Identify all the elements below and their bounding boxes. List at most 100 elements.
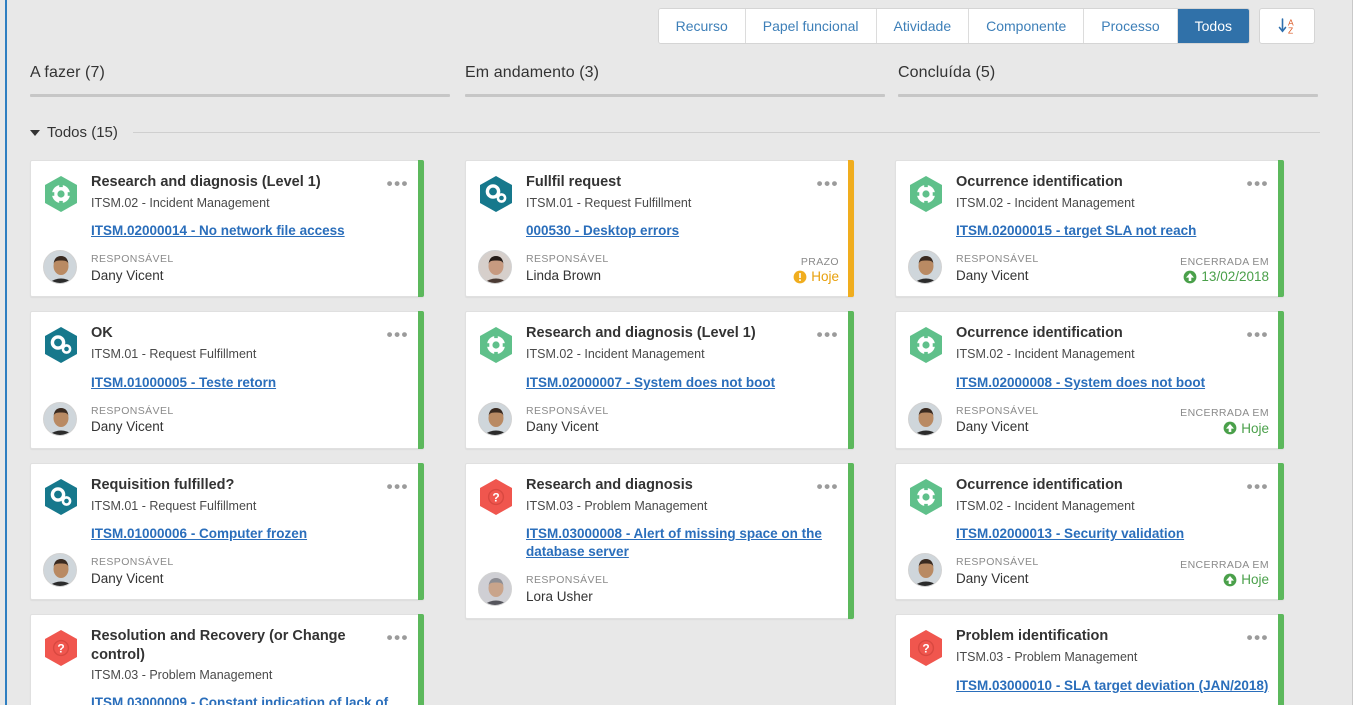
card-link-row: ITSM.03000009 - Constant indication of l… bbox=[91, 683, 409, 705]
card-more-options-icon[interactable]: ••• bbox=[387, 173, 409, 192]
sort-alpha-button[interactable]: A Z bbox=[1259, 8, 1315, 44]
avatar-image bbox=[478, 571, 512, 606]
card-header: Research and diagnosis (Level 1) ••• bbox=[91, 173, 409, 192]
filter-tab-papel-funcional[interactable]: Papel funcional bbox=[745, 9, 877, 43]
board-toolbar: Recurso Papel funcional Atividade Component… bbox=[657, 8, 1315, 44]
filter-tab-todos[interactable]: Todos bbox=[1177, 9, 1249, 43]
card-more-options-icon[interactable]: ••• bbox=[1247, 627, 1269, 646]
card-more-options-icon[interactable]: ••• bbox=[817, 173, 839, 192]
card-link-row: ITSM.01000005 - Teste retorn bbox=[91, 363, 409, 392]
card-subtitle: ITSM.02 - Incident Management bbox=[91, 196, 270, 210]
filter-tab-group[interactable]: Recurso Papel funcional Atividade Component… bbox=[657, 8, 1250, 44]
arrow-up-circle-icon bbox=[1223, 573, 1237, 587]
card-title: Research and diagnosis bbox=[526, 476, 693, 493]
filter-tab-processo[interactable]: Processo bbox=[1084, 9, 1178, 43]
avatar bbox=[908, 553, 942, 588]
responsible-label: RESPONSÁVEL bbox=[526, 253, 609, 266]
kanban-card[interactable]: Requisition fulfilled? ••• ITSM.01 - Reque… bbox=[30, 462, 424, 601]
kanban-card[interactable]: ? Research and diagnosis ••• ITSM.03 - Prob… bbox=[465, 462, 854, 619]
card-type-icon: ? bbox=[908, 627, 946, 705]
group-divider bbox=[132, 132, 1320, 133]
avatar-image bbox=[478, 401, 512, 436]
avatar bbox=[908, 401, 942, 436]
card-ticket-link[interactable]: ITSM.02000014 - No network file access bbox=[91, 222, 345, 240]
card-ticket-link[interactable]: ITSM.03000009 - Constant indication of l… bbox=[91, 694, 409, 705]
meta-label: ENCERRADA EM bbox=[1180, 558, 1269, 571]
card-subtitle: ITSM.02 - Incident Management bbox=[526, 347, 705, 362]
kanban-card[interactable]: Research and diagnosis (Level 1) ••• ITSM.… bbox=[465, 311, 854, 450]
card-ticket-link[interactable]: 000530 - Desktop errors bbox=[526, 222, 679, 240]
column-a-fazer: Research and diagnosis (Level 1) ••• ITSM.… bbox=[0, 160, 430, 705]
card-ticket-link[interactable]: ITSM.03000008 - Alert of missing space o… bbox=[526, 525, 839, 561]
responsible-name: Dany Vicent bbox=[956, 419, 1029, 435]
card-footer: RESPONSÁVEL Dany Vicent bbox=[43, 553, 409, 588]
card-more-options-icon[interactable]: ••• bbox=[387, 476, 409, 495]
card-subtitle: ITSM.03 - Problem Management bbox=[526, 498, 708, 513]
avatar-image bbox=[908, 250, 942, 285]
card-ticket-link[interactable]: ITSM.03000010 - SLA target deviation (JA… bbox=[956, 677, 1268, 695]
responsible-label: RESPONSÁVEL bbox=[91, 253, 174, 266]
card-more-options-icon[interactable]: ••• bbox=[817, 324, 839, 343]
card-more-options-icon[interactable]: ••• bbox=[1247, 324, 1269, 343]
responsible-block: RESPONSÁVEL Dany Vicent bbox=[942, 253, 1172, 284]
card-ticket-link[interactable]: ITSM.01000005 - Teste retorn bbox=[91, 374, 276, 392]
avatar-image bbox=[43, 553, 77, 588]
column-rule bbox=[465, 94, 885, 97]
column-rule bbox=[898, 94, 1318, 97]
kanban-card[interactable]: ? Problem identification ••• ITSM.03 - Prob… bbox=[895, 614, 1284, 705]
card-more-options-icon[interactable]: ••• bbox=[817, 476, 839, 495]
meta-value: Hoje bbox=[1241, 572, 1269, 588]
card-header: Ocurrence identification ••• bbox=[956, 173, 1269, 192]
hexagon-question-icon: ? bbox=[910, 630, 942, 667]
kanban-card[interactable]: Ocurrence identification ••• ITSM.02 - Inc… bbox=[895, 160, 1284, 298]
hexagon-lifebuoy-icon bbox=[45, 176, 77, 212]
column-headers: A fazer (7) Em andamento (3) Concluída (5) bbox=[0, 64, 1353, 106]
card-footer: RESPONSÁVEL Dany Vicent ENCERRADA EM 13/02/… bbox=[908, 250, 1269, 285]
svg-text:Z: Z bbox=[1288, 26, 1293, 36]
card-ticket-link[interactable]: ITSM.02000015 - target SLA not reach bbox=[956, 222, 1196, 240]
card-more-options-icon[interactable]: ••• bbox=[1247, 173, 1269, 192]
card-more-options-icon[interactable]: ••• bbox=[387, 627, 409, 646]
hexagon-lifebuoy-icon bbox=[910, 327, 942, 364]
card-title: Ocurrence identification bbox=[956, 476, 1123, 493]
kanban-card[interactable]: ? Resolution and Recovery (or Change cont… bbox=[30, 614, 424, 705]
column-header-2: Concluída (5) bbox=[898, 64, 1318, 97]
card-footer: RESPONSÁVEL Lora Usher bbox=[478, 571, 839, 606]
card-ticket-link[interactable]: ITSM.02000008 - System does not boot bbox=[956, 374, 1205, 392]
meta-label: ENCERRADA EM bbox=[1180, 407, 1269, 420]
card-footer: RESPONSÁVEL Dany Vicent ENCERRADA EM Hoje bbox=[908, 401, 1269, 436]
kanban-card[interactable]: Research and diagnosis (Level 1) ••• ITSM.… bbox=[30, 160, 424, 298]
kanban-card[interactable]: Fullfil request ••• ITSM.01 - Request Fulf… bbox=[465, 160, 854, 298]
card-ticket-link[interactable]: ITSM.02000013 - Security validation bbox=[956, 525, 1184, 543]
filter-tab-componente[interactable]: Componente bbox=[969, 9, 1085, 43]
caret-down-icon[interactable] bbox=[30, 129, 40, 136]
hexagon-lifebuoy-icon bbox=[910, 478, 942, 515]
card-ticket-link[interactable]: ITSM.02000007 - System does not boot bbox=[526, 374, 775, 392]
avatar-image bbox=[908, 553, 942, 588]
card-header: Fullfil request ••• bbox=[526, 173, 839, 192]
card-header: Ocurrence identification ••• bbox=[956, 324, 1269, 343]
card-type-icon: ? bbox=[43, 627, 81, 705]
card-title: Ocurrence identification bbox=[956, 325, 1123, 342]
card-more-options-icon[interactable]: ••• bbox=[1247, 476, 1269, 495]
kanban-card[interactable]: Ocurrence identification ••• ITSM.02 - Inc… bbox=[895, 311, 1284, 450]
avatar-male-beard-icon bbox=[909, 402, 941, 435]
card-body: Requisition fulfilled? ••• ITSM.01 - Reque… bbox=[43, 476, 409, 588]
responsible-label: RESPONSÁVEL bbox=[91, 556, 174, 569]
filter-tab-recurso[interactable]: Recurso bbox=[658, 9, 746, 43]
column-header-0: A fazer (7) bbox=[30, 64, 450, 97]
kanban-card[interactable]: OK ••• ITSM.01 - Request Fulfillment ITSM.0… bbox=[30, 311, 424, 450]
card-ticket-link[interactable]: ITSM.01000006 - Computer frozen bbox=[91, 525, 307, 543]
svg-text:?: ? bbox=[922, 642, 929, 656]
group-row: Todos (15) bbox=[30, 124, 1320, 141]
card-link-row: ITSM.02000007 - System does not boot bbox=[526, 363, 839, 392]
kanban-card[interactable]: Ocurrence identification ••• ITSM.02 - Inc… bbox=[895, 462, 1284, 601]
avatar bbox=[908, 250, 942, 285]
avatar-male-beard-icon bbox=[44, 251, 76, 284]
card-more-options-icon[interactable]: ••• bbox=[387, 324, 409, 343]
filter-tab-atividade[interactable]: Atividade bbox=[876, 9, 970, 43]
responsible-name: Dany Vicent bbox=[91, 570, 164, 586]
responsible-block: RESPONSÁVEL Dany Vicent bbox=[77, 253, 409, 284]
card-header: OK ••• bbox=[91, 324, 409, 343]
avatar-female-light-icon bbox=[479, 572, 511, 605]
